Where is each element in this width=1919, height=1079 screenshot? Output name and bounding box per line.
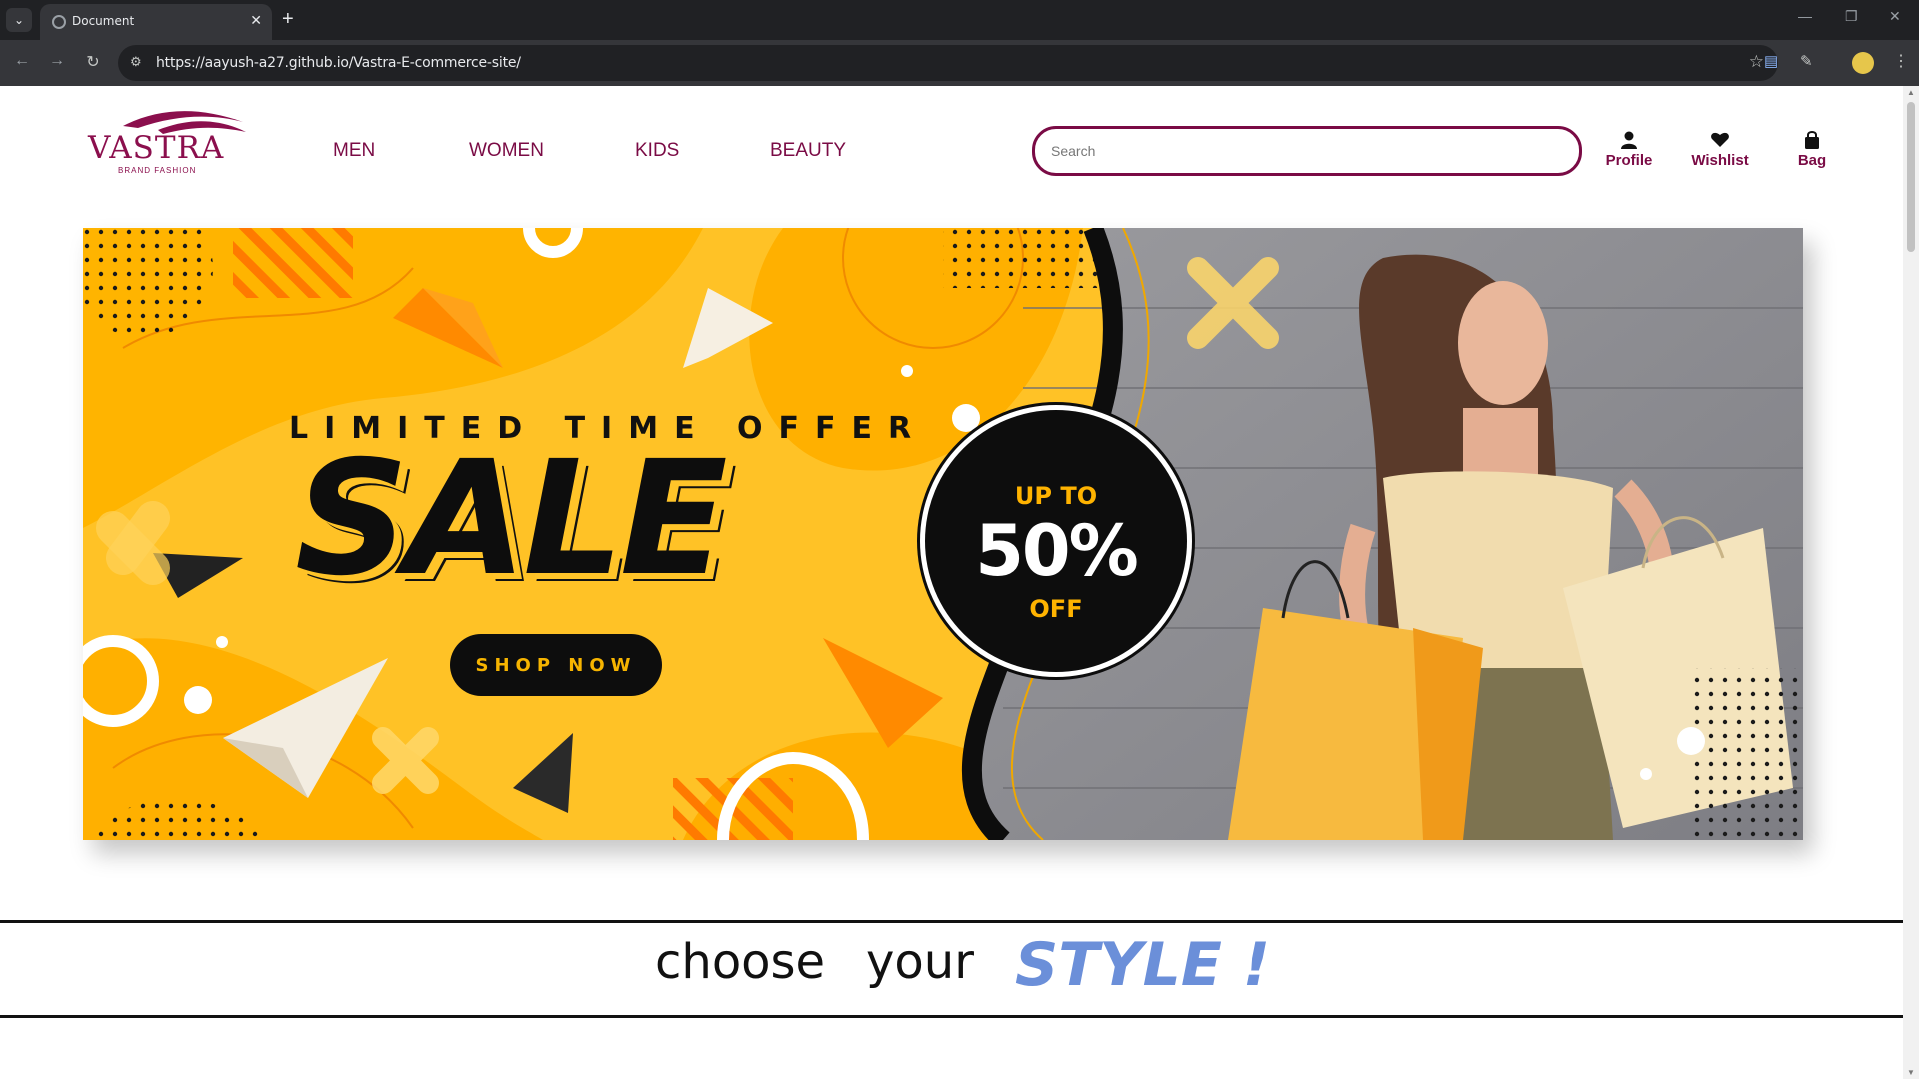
tab-title: Document [72,14,135,28]
tab-search-icon[interactable]: ⌄ [6,8,32,32]
banner-sale-text: SALE [295,427,728,611]
search-box[interactable] [1032,126,1582,176]
globe-icon [52,15,66,29]
site-info-icon[interactable]: ⚙ [130,54,142,70]
profile-avatar[interactable] [1852,52,1874,74]
sale-banner[interactable]: LIMITED TIME OFFER SALE SHOP NOW UP TO 5… [83,228,1803,840]
shop-now-button[interactable]: SHOP NOW [450,634,662,696]
wishlist-label: Wishlist [1691,152,1749,169]
tagline-word-2: your [866,934,974,990]
tagline-word-1: choose [655,934,826,990]
person-icon [1621,131,1637,149]
nav-women[interactable]: WOMEN [469,140,544,162]
close-window-icon[interactable]: ✕ [1889,8,1901,25]
bag-label: Bag [1797,152,1827,169]
offer-top-text: UP TO [1014,482,1098,510]
extensions-icon[interactable]: ✎ [1800,52,1813,70]
nav-kids[interactable]: KIDS [635,140,679,162]
wishlist-link[interactable]: Wishlist [1688,130,1752,169]
menu-more-icon[interactable]: ⋮ [1893,51,1909,71]
restore-icon[interactable]: ❐ [1845,8,1858,25]
close-tab-icon[interactable]: ✕ [250,12,262,29]
page-viewport: VASTRA BRAND FASHION MEN WOMEN KIDS BEAU… [0,86,1903,1079]
bookmark-star-icon[interactable]: ☆ [1749,52,1764,72]
logo-subtext: BRAND FASHION [118,166,197,175]
scrollbar-thumb[interactable] [1907,102,1915,252]
new-tab-icon[interactable]: + [282,8,294,30]
reload-icon[interactable]: ↻ [82,52,104,72]
profile-link[interactable]: Profile [1604,130,1654,169]
back-icon[interactable]: ← [11,52,33,70]
nav-beauty[interactable]: BEAUTY [770,140,846,162]
tagline-top-divider [0,920,1903,923]
scroll-down-icon[interactable]: ▼ [1907,1068,1915,1077]
address-bar[interactable]: ⚙ https://aayush-a27.github.io/Vastra-E-… [118,45,1778,81]
bag-icon [1805,131,1819,149]
profile-label: Profile [1605,152,1653,169]
bag-link[interactable]: Bag [1792,130,1832,169]
scroll-up-icon[interactable]: ▲ [1907,88,1915,97]
heart-icon [1711,132,1729,147]
offer-percent: 50% [975,510,1139,592]
search-input[interactable] [1051,139,1551,163]
logo-text: VASTRA [88,130,225,166]
browser-tabstrip: ⌄ Document ✕ + — ❐ ✕ [0,0,1919,40]
site-logo[interactable]: VASTRA BRAND FASHION [88,104,246,175]
browser-toolbar: ← → ↻ ⚙ https://aayush-a27.github.io/Vas… [0,40,1919,86]
tagline-bottom-divider [0,1015,1903,1018]
tagline-accent-word: STYLE ! [1015,930,1271,1000]
forward-icon[interactable]: → [46,52,68,70]
page-scrollbar[interactable]: ▲ ▼ [1903,86,1919,1079]
url-text: https://aayush-a27.github.io/Vastra-E-co… [156,55,521,71]
offer-bottom-text: OFF [1029,595,1083,623]
nav-men[interactable]: MEN [333,140,375,162]
minimize-icon[interactable]: — [1798,8,1812,24]
translate-icon[interactable]: ▤ [1764,52,1778,70]
tagline-section: choose your STYLE ! [0,926,1903,1010]
offer-badge: UP TO 50% OFF [925,410,1187,672]
browser-tab[interactable]: Document ✕ [40,4,272,40]
